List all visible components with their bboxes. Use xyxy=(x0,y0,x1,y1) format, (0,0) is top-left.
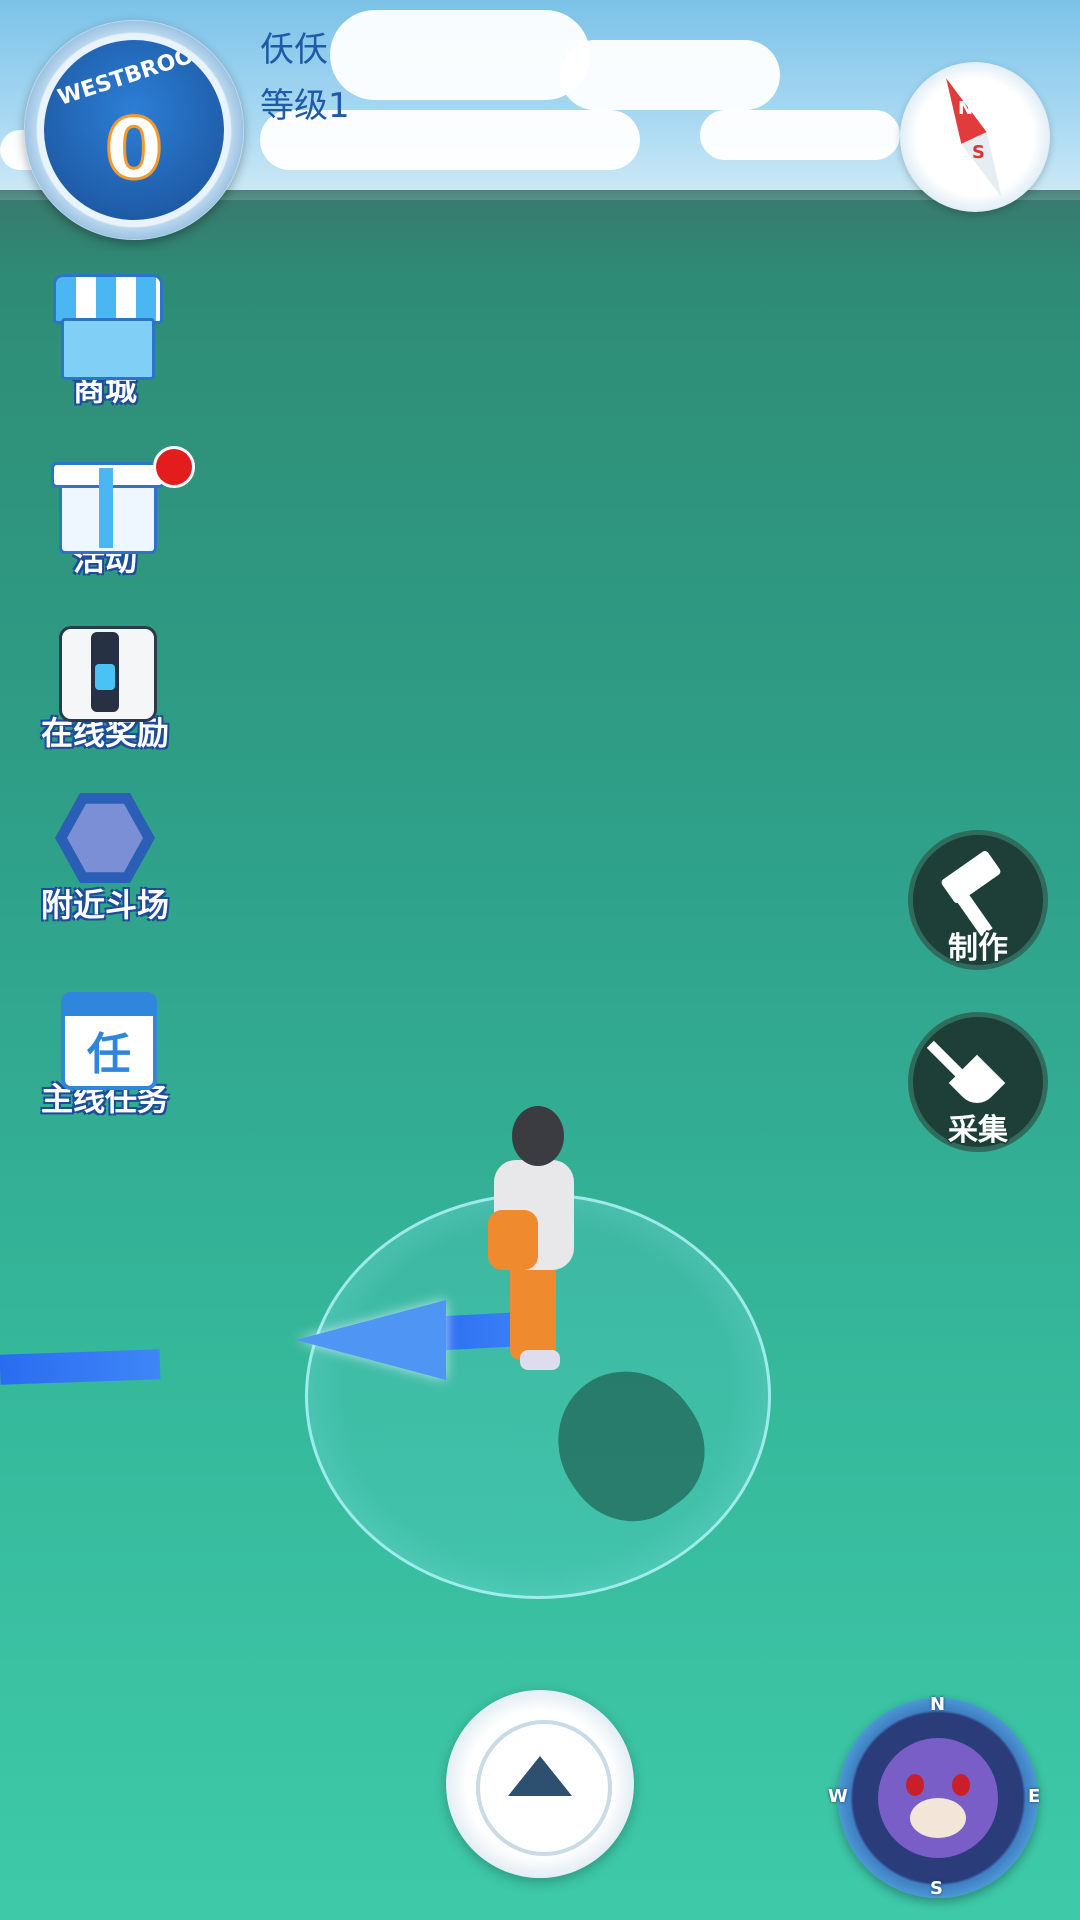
gather-label: 采集 xyxy=(948,1113,1008,1148)
compass-needle-south xyxy=(961,132,1015,204)
center-camera-button[interactable] xyxy=(446,1690,634,1878)
compass-s-label: S xyxy=(972,142,985,163)
pet-minimap-button[interactable]: N S E W xyxy=(828,1694,1041,1899)
player-level: 等级1 xyxy=(260,86,350,126)
arena-icon xyxy=(45,784,165,894)
player-name: 仸仸 xyxy=(260,30,328,70)
chest-icon xyxy=(45,612,165,722)
player-character xyxy=(480,1100,590,1380)
menu-shop[interactable]: 商城 xyxy=(30,268,180,410)
calendar-icon-text: 任 xyxy=(87,1029,131,1080)
minimap-n-label: N xyxy=(930,1694,946,1715)
menu-main-quest[interactable]: 任 主线任务 xyxy=(30,978,180,1120)
cloud xyxy=(560,40,780,110)
direction-arrow-icon xyxy=(296,1300,446,1380)
shop-icon xyxy=(45,268,165,380)
minimap-e-label: E xyxy=(1028,1786,1041,1807)
cloud xyxy=(700,110,900,160)
gift-icon xyxy=(45,438,195,554)
cloud xyxy=(330,10,590,100)
craft-button[interactable]: 制作 xyxy=(908,830,1048,970)
gather-button[interactable]: 采集 xyxy=(908,1012,1048,1152)
notification-dot xyxy=(153,446,195,488)
compass-button[interactable]: N S xyxy=(900,62,1050,212)
jersey-image: WESTBROOK 0 xyxy=(44,40,224,220)
jersey-number: 0 xyxy=(103,99,164,200)
up-arrow-icon xyxy=(508,1756,572,1796)
minimap-s-label: S xyxy=(930,1878,943,1899)
direction-arrow-tail xyxy=(0,1349,161,1385)
calendar-icon: 任 xyxy=(45,978,165,1090)
menu-event[interactable]: 活动 xyxy=(30,438,195,580)
craft-label: 制作 xyxy=(948,931,1008,966)
menu-online-reward[interactable]: 在线奖励 xyxy=(30,612,180,754)
minimap-w-label: W xyxy=(828,1786,848,1807)
menu-nearby-arena[interactable]: 附近斗场 xyxy=(30,784,180,926)
compass-n-label: N xyxy=(958,98,974,119)
player-avatar[interactable]: WESTBROOK 0 xyxy=(24,20,244,240)
pet-portrait xyxy=(878,1738,998,1858)
